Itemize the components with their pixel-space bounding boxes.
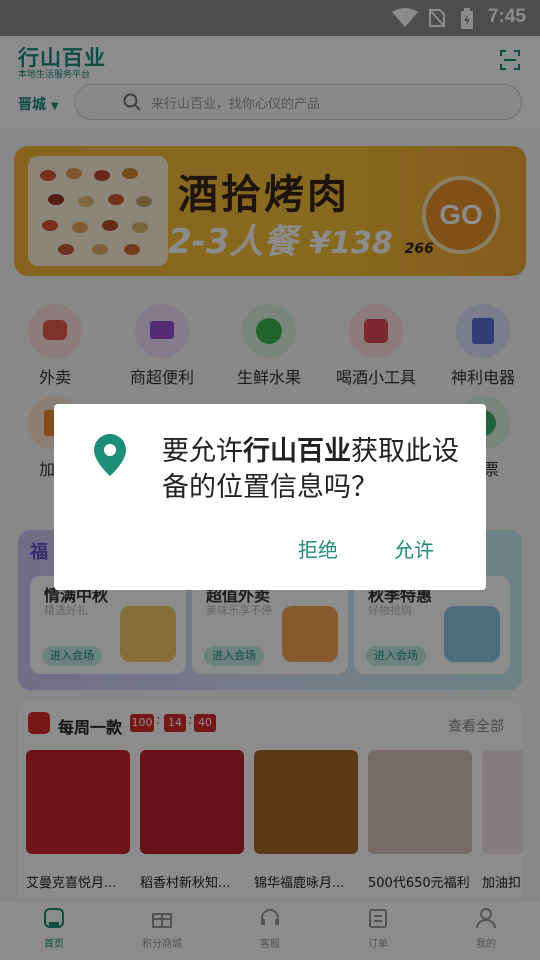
permission-message: 要允许行山百业获取此设备的位置信息吗？ — [162, 436, 459, 503]
allow-button[interactable]: 允许 — [394, 534, 434, 563]
location-permission-dialog: 要允许行山百业获取此设备的位置信息吗？ 拒绝 允许 — [54, 404, 486, 590]
location-pin-icon — [94, 434, 126, 476]
deny-button[interactable]: 拒绝 — [298, 534, 338, 563]
permission-app-name: 行山百业 — [243, 436, 351, 467]
